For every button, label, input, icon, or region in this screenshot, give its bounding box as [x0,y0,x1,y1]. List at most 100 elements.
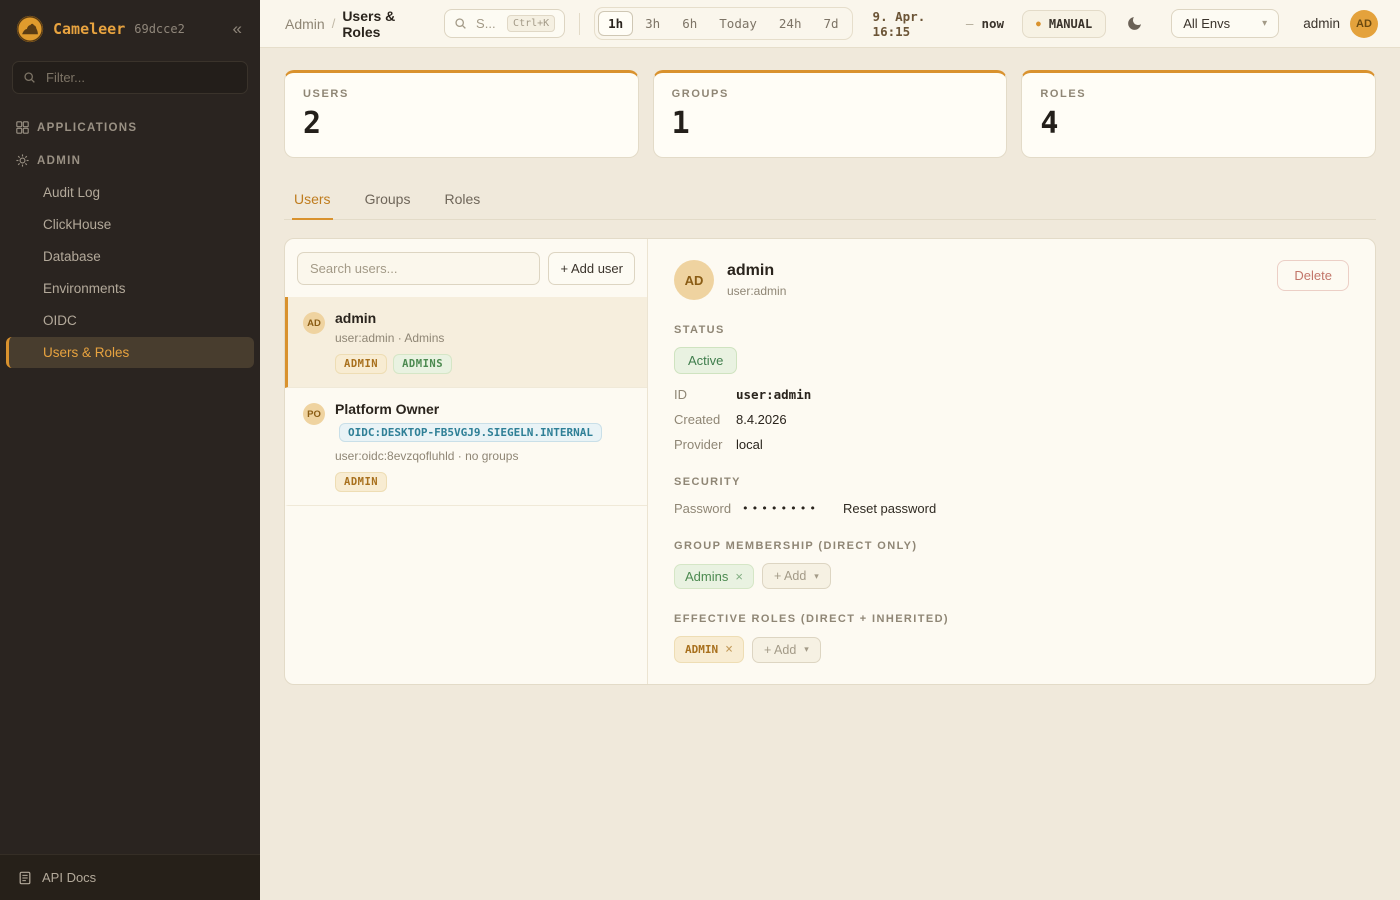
time-range-today[interactable]: Today [709,11,767,36]
avatar[interactable]: AD [1350,10,1378,38]
stat-value: 4 [1040,106,1357,141]
breadcrumb-parent[interactable]: Admin [285,16,325,32]
tab-users[interactable]: Users [292,182,333,220]
global-search-input[interactable] [474,15,500,32]
field-value: 8.4.2026 [736,412,787,427]
role-chip-admin[interactable]: ADMIN × [674,636,744,663]
sidebar-section-admin[interactable]: ADMIN [0,143,260,176]
app-logo[interactable]: Cameleer [53,20,125,38]
field-label: Provider [674,437,736,452]
remove-icon[interactable]: × [725,642,733,657]
group-chip-admins[interactable]: Admins × [674,564,754,589]
sidebar-item-label: Audit Log [43,185,100,200]
stat-label: USERS [303,88,620,100]
field-value: user:admin [736,387,811,402]
groups-section-label: GROUP MEMBERSHIP (DIRECT ONLY) [674,540,1349,552]
env-selector-value: All Envs [1183,16,1230,31]
password-label: Password [674,501,742,516]
sidebar-item-environments[interactable]: Environments [6,273,254,304]
sidebar-header: Cameleer 69dcce2 « [0,0,260,55]
add-group-label: + Add [774,569,806,583]
theme-toggle-button[interactable] [1120,9,1149,38]
sidebar: Cameleer 69dcce2 « APPLICATIONS [0,0,260,900]
sidebar-item-database[interactable]: Database [6,241,254,272]
delete-user-button[interactable]: Delete [1277,260,1349,291]
time-range-3h[interactable]: 3h [635,11,670,36]
password-row: Password •••••••• Reset password [674,501,1349,516]
add-user-button[interactable]: + Add user [548,252,635,285]
status-section-label: STATUS [674,324,1349,336]
time-range-6h[interactable]: 6h [672,11,707,36]
add-role-button[interactable]: + Add ▾ [752,637,821,663]
role-badge: ADMIN [335,354,387,374]
group-chip-label: Admins [685,569,728,584]
field-value: local [736,437,763,452]
tab-groups[interactable]: Groups [363,182,413,220]
user-row-subtitle: user:oidc:8evzqofluhld · no groups [335,449,633,463]
stat-card-groups[interactable]: GROUPS 1 [653,70,1008,158]
user-row-badges: ADMIN [335,472,633,492]
document-icon [18,871,32,885]
sidebar-collapse-button[interactable]: « [227,17,248,41]
moon-icon [1126,15,1143,32]
applications-grid-icon [16,121,29,134]
sidebar-item-clickhouse[interactable]: ClickHouse [6,209,254,240]
sidebar-item-label: OIDC [43,313,77,328]
avatar: AD [303,312,325,334]
sidebar-nav: Audit Log ClickHouse Database Environmen… [0,176,260,369]
breadcrumb: Admin / Users & Roles [285,8,424,40]
user-row-body: admin user:admin · Admins ADMIN ADMINS [335,310,633,374]
status-badge: Active [674,347,737,374]
user-menu[interactable]: admin AD [1303,10,1378,38]
time-range-24h[interactable]: 24h [769,11,812,36]
time-range-display[interactable]: 9. Apr. 16:15 — now [873,9,1004,39]
stat-card-users[interactable]: USERS 2 [284,70,639,158]
instance-id: 69dcce2 [134,22,185,36]
header-divider [579,13,580,35]
section-label: APPLICATIONS [37,122,137,134]
tab-roles[interactable]: Roles [442,182,482,220]
sidebar-item-users-roles[interactable]: Users & Roles [6,337,254,368]
search-icon [23,71,36,84]
group-badge: ADMINS [393,354,452,374]
sidebar-item-audit-log[interactable]: Audit Log [6,177,254,208]
user-detail-name: admin [727,262,786,280]
section-label: ADMIN [37,155,81,167]
role-chip-label: ADMIN [685,643,718,656]
user-row-body: Platform Owner OIDC:DESKTOP-FB5VGJ9.SIEG… [335,401,633,492]
add-group-button[interactable]: + Add ▾ [762,563,831,589]
user-search[interactable] [297,252,540,285]
user-name: admin [1303,16,1340,31]
password-mask: •••••••• [742,502,819,515]
user-list-item-admin[interactable]: AD admin user:admin · Admins ADMIN ADMIN… [285,297,647,388]
time-range-7d[interactable]: 7d [813,11,848,36]
search-icon [454,17,467,30]
api-docs-label: API Docs [42,870,96,885]
role-chips: ADMIN × + Add ▾ [674,636,1349,663]
user-row-subtitle: user:admin · Admins [335,331,633,345]
breadcrumb-current: Users & Roles [342,8,424,40]
sidebar-filter [12,61,248,94]
sidebar-filter-input[interactable] [44,69,237,86]
global-search[interactable]: Ctrl+K [444,9,565,38]
sidebar-item-label: Environments [43,281,126,296]
env-selector[interactable]: All Envs ▾ [1171,9,1279,38]
user-detail: AD admin user:admin Delete STATUS Active… [648,239,1375,684]
users-panel: + Add user AD admin user:admin · Admins … [284,238,1376,685]
sidebar-section-applications[interactable]: APPLICATIONS [0,110,260,143]
user-list-item-platform-owner[interactable]: PO Platform Owner OIDC:DESKTOP-FB5VGJ9.S… [285,388,647,506]
sidebar-item-label: Users & Roles [43,345,129,360]
top-bar: Admin / Users & Roles Ctrl+K 1h 3h 6h To… [260,0,1400,48]
refresh-mode-button[interactable]: ● MANUAL [1022,10,1106,38]
sidebar-item-api-docs[interactable]: API Docs [0,854,260,900]
role-badge: ADMIN [335,472,387,492]
sidebar-item-oidc[interactable]: OIDC [6,305,254,336]
tab-bar: Users Groups Roles [284,182,1376,220]
time-separator: — [966,16,974,31]
remove-icon[interactable]: × [735,569,743,584]
stat-card-roles[interactable]: ROLES 4 [1021,70,1376,158]
time-range-1h[interactable]: 1h [598,11,633,36]
reset-password-link[interactable]: Reset password [843,501,936,516]
user-list-toolbar: + Add user [285,239,647,297]
user-search-input[interactable] [308,260,529,277]
